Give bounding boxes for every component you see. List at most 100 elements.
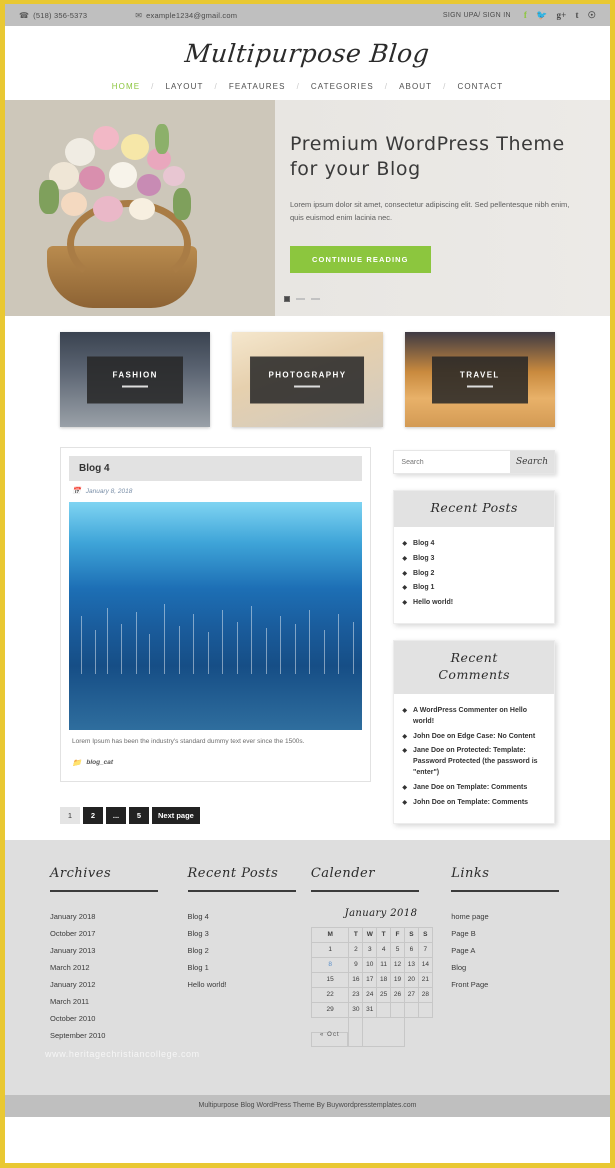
list-item[interactable]: ◆ Jane Doe on Template: Comments: [402, 781, 546, 796]
list-item[interactable]: ◆ Jane Doe on Protected: Template: Passwo…: [402, 744, 546, 781]
email-contact[interactable]: ✉ example1234@gmail.com: [135, 11, 237, 20]
calendar-day[interactable]: 30: [348, 1001, 364, 1018]
list-item[interactable]: ◆ A WordPress Commenter on Hello world!: [402, 704, 546, 730]
calendar-day-today[interactable]: 8: [310, 956, 350, 973]
page-button-ellipsis[interactable]: ...: [106, 806, 126, 824]
calendar-day[interactable]: 18: [376, 971, 392, 988]
list-item[interactable]: ◆ John Doe on Edge Case: No Content: [402, 730, 546, 745]
list-item[interactable]: ◆ Hello world!: [402, 596, 546, 611]
nav-item-home[interactable]: HOME: [101, 82, 151, 91]
nav-item-categories[interactable]: CATEGORIES: [300, 82, 385, 91]
calendar-day[interactable]: 26: [390, 986, 405, 1003]
list-item[interactable]: Front Page: [451, 976, 565, 993]
calendar-day[interactable]: 19: [390, 971, 405, 988]
calendar-day[interactable]: 17: [362, 971, 378, 988]
list-item[interactable]: March 2011: [50, 993, 188, 1010]
calendar-day[interactable]: 6: [403, 941, 419, 958]
continue-reading-button[interactable]: CONTINIUE READING: [290, 246, 431, 274]
list-item[interactable]: January 2012: [50, 976, 188, 993]
googleplus-icon[interactable]: g+: [556, 10, 566, 20]
search-button[interactable]: Search: [510, 451, 554, 473]
category-card-travel[interactable]: TRAVEL: [404, 332, 555, 427]
list-item[interactable]: January 2018: [50, 908, 188, 925]
list-item[interactable]: home page: [451, 908, 565, 925]
category-card-fashion[interactable]: FASHION: [60, 332, 211, 427]
calendar-day[interactable]: 12: [390, 956, 405, 973]
list-item[interactable]: Hello world!: [188, 976, 311, 993]
post-featured-image[interactable]: [69, 502, 363, 730]
list-item[interactable]: Blog 4: [188, 908, 311, 925]
list-item[interactable]: October 2010: [50, 1010, 188, 1027]
calendar-day[interactable]: 10: [362, 956, 378, 973]
calendar-day[interactable]: 28: [417, 986, 433, 1003]
list-item[interactable]: Blog 1: [188, 959, 311, 976]
list-item[interactable]: September 2010: [50, 1027, 188, 1044]
list-item[interactable]: January 2013: [50, 942, 188, 959]
calendar-prev-month[interactable]: « Oct: [311, 1031, 349, 1047]
calendar-day[interactable]: 2: [348, 941, 364, 958]
signup-signin-link[interactable]: SIGN UPA/ SIGN IN: [443, 12, 511, 19]
nav-item-contact[interactable]: CONTACT: [446, 82, 514, 91]
category-card-photography[interactable]: PHOTOGRAPHY: [232, 332, 383, 427]
pagination: 1 2 ... 5 Next page: [60, 782, 371, 824]
page-button-5[interactable]: 5: [129, 806, 149, 824]
hero-slider: Premium WordPress Theme for your Blog Lo…: [5, 100, 610, 316]
list-item[interactable]: ◆ Blog 3: [402, 552, 546, 567]
page-button-1[interactable]: 1: [60, 806, 80, 824]
calendar-day[interactable]: 13: [403, 956, 419, 973]
list-item[interactable]: ◆ Blog 1: [402, 581, 546, 596]
site-logo[interactable]: Multipurpose Blog: [184, 39, 431, 68]
calendar-day[interactable]: 15: [310, 971, 350, 988]
pinterest-icon[interactable]: ☉: [588, 10, 596, 21]
page-button-2[interactable]: 2: [83, 806, 103, 824]
nav-item-layout[interactable]: LAYOUT: [154, 82, 214, 91]
slider-dot-2[interactable]: [296, 298, 305, 300]
list-item[interactable]: Blog: [451, 959, 565, 976]
calendar-day[interactable]: 5: [390, 941, 405, 958]
facebook-icon[interactable]: f: [524, 10, 527, 20]
calendar-day[interactable]: 29: [310, 1001, 350, 1018]
slider-dot-1[interactable]: [284, 296, 290, 302]
tumblr-icon[interactable]: t: [576, 10, 579, 20]
calendar-day[interactable]: 22: [310, 986, 350, 1003]
nav-item-about[interactable]: ABOUT: [388, 82, 443, 91]
recent-posts-list: ◆ Blog 4 ◆ Blog 3 ◆ Blog 2 ◆ Blog 1 ◆ Hello w…: [394, 527, 554, 623]
calendar-day[interactable]: 4: [376, 941, 392, 958]
list-item[interactable]: October 2017: [50, 925, 188, 942]
calendar-day[interactable]: 21: [417, 971, 433, 988]
phone-contact[interactable]: ☎ (518) 356-5373: [19, 11, 87, 20]
post-date[interactable]: January 8, 2018: [86, 488, 133, 495]
calendar-day[interactable]: 16: [348, 971, 364, 988]
calendar-day[interactable]: 27: [403, 986, 419, 1003]
search-input[interactable]: [394, 451, 510, 473]
list-item[interactable]: Blog 3: [188, 925, 311, 942]
next-page-button[interactable]: Next page: [152, 806, 200, 824]
list-item[interactable]: Page A: [451, 942, 565, 959]
list-item[interactable]: ◆ Blog 4: [402, 537, 546, 552]
calendar-next-month[interactable]: [362, 1016, 405, 1048]
calendar-day[interactable]: 25: [376, 986, 392, 1003]
calendar-day[interactable]: 14: [417, 956, 433, 973]
calendar-day[interactable]: 23: [348, 986, 364, 1003]
calendar-day[interactable]: 24: [362, 986, 378, 1003]
post-category-label[interactable]: blog_cat: [86, 759, 113, 766]
slider-dot-3[interactable]: [311, 298, 320, 300]
post-title[interactable]: Blog 4: [69, 456, 363, 481]
list-item[interactable]: ◆ John Doe on Template: Comments: [402, 796, 546, 811]
calendar-day[interactable]: 20: [403, 971, 419, 988]
calendar-day[interactable]: 31: [362, 1001, 378, 1018]
list-item[interactable]: March 2012: [50, 959, 188, 976]
list-item[interactable]: ◆ Blog 2: [402, 567, 546, 582]
recent-post-link: Blog 1: [187, 962, 209, 972]
nav-item-feataures[interactable]: FEATAURES: [218, 82, 297, 91]
widget-recent-comments: Recent Comments ◆ A WordPress Commenter o…: [393, 640, 555, 824]
list-item[interactable]: Blog 2: [188, 942, 311, 959]
calendar-day[interactable]: 1: [310, 941, 350, 958]
list-item[interactable]: Page B: [451, 925, 565, 942]
calendar-day[interactable]: 3: [362, 941, 378, 958]
divider: [50, 889, 158, 892]
twitter-icon[interactable]: 🐦: [536, 10, 547, 21]
calendar-day[interactable]: 7: [417, 941, 433, 958]
calendar-day[interactable]: 11: [376, 956, 392, 973]
calendar-day[interactable]: 9: [348, 956, 364, 973]
